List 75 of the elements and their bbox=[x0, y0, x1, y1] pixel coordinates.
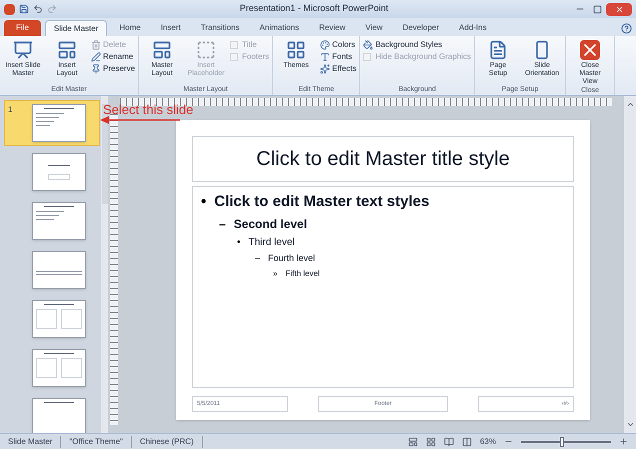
ribbon-tab[interactable]: Home bbox=[111, 20, 149, 36]
slide-thumbnail[interactable] bbox=[32, 153, 86, 191]
zoom-in-icon[interactable] bbox=[619, 437, 628, 446]
save-icon[interactable] bbox=[19, 4, 29, 14]
ribbon-tab[interactable]: Slide Master bbox=[44, 20, 108, 36]
page-icon bbox=[488, 40, 508, 60]
slide-title: Click to edit Master title style bbox=[256, 146, 510, 172]
scrollbar[interactable] bbox=[624, 96, 636, 433]
window-title: Presentation1 - Microsoft PowerPoint bbox=[238, 2, 390, 16]
ribbon-tab[interactable]: View bbox=[357, 20, 391, 36]
ribbon-tab[interactable]: Developer bbox=[394, 20, 448, 36]
ribbon-tab[interactable]: Transitions bbox=[192, 20, 248, 36]
sorter-view-icon[interactable] bbox=[426, 436, 436, 446]
maximize-icon[interactable] bbox=[593, 4, 602, 14]
slide-thumbnail[interactable] bbox=[32, 104, 86, 142]
slide-number: 1 bbox=[8, 104, 14, 116]
scroll-down-icon[interactable] bbox=[626, 420, 634, 429]
reading-view-icon[interactable] bbox=[444, 436, 454, 446]
bullet: • bbox=[201, 192, 206, 212]
help-icon[interactable] bbox=[621, 23, 632, 34]
ribbon-tab[interactable]: Review bbox=[311, 20, 354, 36]
ribbon-tab[interactable]: Insert bbox=[152, 20, 189, 36]
ribbon-button[interactable]: Background Styles bbox=[363, 40, 472, 50]
bullet: » bbox=[273, 268, 278, 280]
close-icon bbox=[614, 4, 624, 14]
status-text: Slide Master bbox=[8, 436, 62, 448]
palette-icon bbox=[320, 40, 330, 50]
thumbnail-row[interactable]: 1 bbox=[4, 100, 100, 146]
body-text: Second level bbox=[234, 216, 308, 233]
app-icon bbox=[4, 4, 15, 14]
status-text: Chinese (PRC) bbox=[140, 436, 203, 448]
slide-thumbnail[interactable] bbox=[32, 251, 86, 289]
bullet: – bbox=[219, 216, 226, 233]
ribbon-button[interactable]: Fonts bbox=[320, 52, 356, 62]
scroll-up-icon[interactable] bbox=[626, 100, 634, 109]
paint-bucket-icon bbox=[363, 40, 374, 50]
ribbon-tab[interactable]: File bbox=[4, 20, 41, 36]
undo-icon[interactable] bbox=[33, 4, 43, 14]
zoom-thumb[interactable] bbox=[560, 436, 564, 446]
bullet: • bbox=[237, 236, 241, 250]
body-text: Click to edit Master text styles bbox=[214, 192, 430, 212]
body-placeholder[interactable]: • Click to edit Master text styles – Second level • Third level – Fourth level » Fifth level bbox=[192, 186, 574, 388]
ribbon-button[interactable]: Colors bbox=[320, 40, 356, 50]
slide-thumbnail[interactable] bbox=[32, 300, 86, 338]
slide-icon bbox=[13, 40, 33, 60]
close-icon bbox=[580, 40, 600, 60]
normal-view-icon[interactable] bbox=[408, 436, 418, 446]
zoom-level[interactable]: 63% bbox=[480, 436, 496, 448]
trash-icon bbox=[91, 40, 101, 50]
grid-icon bbox=[286, 40, 306, 60]
body-text: Third level bbox=[248, 236, 295, 250]
ribbon-tab[interactable]: Animations bbox=[252, 20, 308, 36]
slide-thumbnail[interactable] bbox=[32, 202, 86, 240]
dashed-square-icon bbox=[196, 40, 216, 60]
pin-icon bbox=[91, 64, 101, 74]
annotation-text: Select this slide bbox=[103, 101, 194, 119]
body-text: Fifth level bbox=[285, 268, 320, 280]
ribbon-button[interactable]: Effects bbox=[320, 64, 356, 74]
layout-icon bbox=[57, 40, 77, 60]
slide-thumbnail[interactable] bbox=[32, 398, 86, 433]
body-text: Fourth level bbox=[268, 252, 316, 265]
ribbon-tab[interactable]: Add-Ins bbox=[451, 20, 495, 36]
pen-icon bbox=[91, 52, 101, 62]
redo-icon[interactable] bbox=[47, 4, 57, 14]
type-icon bbox=[320, 52, 330, 62]
bullet: – bbox=[255, 252, 260, 265]
title-placeholder[interactable]: Click to edit Master title style bbox=[192, 136, 574, 182]
sparkles-icon bbox=[320, 64, 330, 74]
ribbon-button[interactable]: Rename bbox=[91, 52, 136, 62]
status-text: "Office Theme" bbox=[69, 436, 132, 448]
arrow-icon bbox=[100, 116, 180, 124]
layout-icon bbox=[152, 40, 172, 60]
ribbon-button[interactable]: Preserve bbox=[91, 64, 136, 74]
close-button[interactable] bbox=[606, 2, 632, 16]
slide-thumbnail[interactable] bbox=[32, 349, 86, 387]
